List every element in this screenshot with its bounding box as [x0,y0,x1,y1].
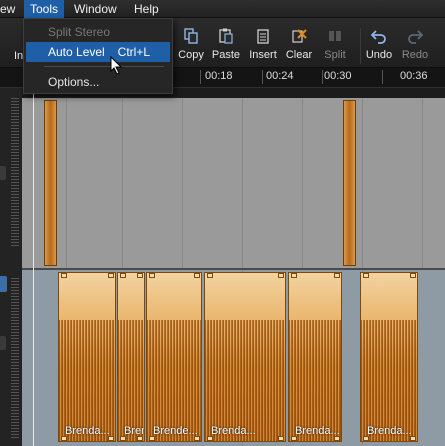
clip-name: Brenda... [367,425,412,437]
clip-name: Brende... [153,425,198,437]
menu-item-label: Options... [48,75,100,89]
insert-button[interactable]: Insert [243,24,283,64]
split-label: Split [324,49,346,61]
track-header-grip [11,98,19,248]
waveform [205,320,285,441]
track-header-grip [11,278,19,438]
toolbar-edge-label: In [14,50,24,62]
waveform [361,320,417,441]
insert-label: Insert [249,49,277,61]
mouse-cursor-icon [110,56,123,75]
audio-clip[interactable]: Brenda... [360,272,418,442]
clip-handle[interactable] [108,273,114,278]
audio-track-2[interactable]: Brenda... Brende... Brende... Brenda... Bren… [22,270,445,446]
clip-handle[interactable] [363,273,369,278]
undo-button[interactable]: Undo [359,24,399,64]
menu-view[interactable]: ew [0,2,15,16]
clip-handle[interactable] [334,273,340,278]
clip-handle[interactable] [278,273,284,278]
ruler-tick: 00:30 [324,70,352,82]
grid-line [422,98,423,270]
paste-button[interactable]: Paste [206,24,246,64]
ruler-tick: 00:36 [400,70,428,82]
redo-icon [408,30,423,44]
ruler-tick: 00:18 [205,70,233,82]
menu-separator [44,66,164,67]
ruler-tick: 00:24 [266,70,294,82]
clip-name: Brenda... [295,425,340,437]
menu-item-label: Auto Level [48,45,105,59]
menu-item-label: Split Stereo [48,25,111,39]
grid-line [182,98,183,270]
audio-clip[interactable]: Brenda... [288,272,342,442]
track1-expand-arrow[interactable] [0,166,6,180]
clip-handle[interactable] [410,273,416,278]
audio-clip[interactable]: Brenda... [204,272,286,442]
ruler-tick-line [322,70,323,84]
clip-handle[interactable] [291,273,297,278]
paste-icon [219,28,233,44]
clip-handle[interactable] [120,273,126,278]
waveform [118,320,144,441]
undo-icon [371,30,386,44]
audio-clip[interactable]: Brenda... [58,272,116,442]
audio-clip[interactable]: Brende... [117,272,145,442]
track2-expand-arrow[interactable] [0,336,6,350]
clip-name: Brenda... [211,425,256,437]
clip-handle[interactable] [137,273,143,278]
clip-handle[interactable] [194,273,200,278]
split-icon [329,31,341,41]
menu-tools[interactable]: Tools [24,0,65,18]
grid-line [302,98,303,270]
insert-icon [257,29,269,44]
track-header-panel [0,88,22,446]
grid-line [66,98,67,270]
clear-icon [292,29,307,43]
grid-line [242,98,243,270]
audio-track-1[interactable] [22,98,445,270]
paste-label: Paste [211,49,241,61]
ruler-tick-line [200,70,201,84]
clip-name: Brenda... [65,425,110,437]
clip-handle[interactable] [61,273,67,278]
clip-name: Brende... [124,425,145,437]
ruler-tick-line [262,70,263,84]
split-button[interactable]: Split [315,24,355,64]
clip-handle[interactable] [149,273,155,278]
waveform [289,320,341,441]
audio-clip[interactable]: Brende... [146,272,202,442]
track2-select-button[interactable] [0,276,7,292]
clip-handle[interactable] [278,436,284,441]
audio-clip[interactable] [44,100,57,266]
waveform [147,320,201,441]
grid-line [362,98,363,270]
menu-item-options[interactable]: Options... [26,72,170,92]
menu-window[interactable]: Window [74,2,117,16]
undo-label: Undo [365,49,393,61]
tools-dropdown-menu: Split Stereo Auto Level Ctrl+L Options..… [23,18,173,94]
clear-button[interactable]: Clear [279,24,319,64]
redo-label: Redo [401,49,429,61]
copy-icon [184,28,198,44]
copy-button[interactable]: Copy [171,24,211,64]
grid-line [122,98,123,270]
menu-item-split-stereo: Split Stereo [26,22,170,42]
clip-handle[interactable] [207,273,213,278]
menu-help[interactable]: Help [134,2,159,16]
waveform [59,320,115,441]
audio-clip[interactable] [343,100,356,266]
menu-item-auto-level[interactable]: Auto Level Ctrl+L [26,42,170,62]
redo-button[interactable]: Redo [395,24,435,64]
clear-label: Clear [285,49,313,61]
copy-label: Copy [178,49,204,61]
menu-bar: ew Tools Window Help [0,0,445,18]
playhead[interactable] [33,88,34,446]
ruler-tick-line [382,70,383,84]
